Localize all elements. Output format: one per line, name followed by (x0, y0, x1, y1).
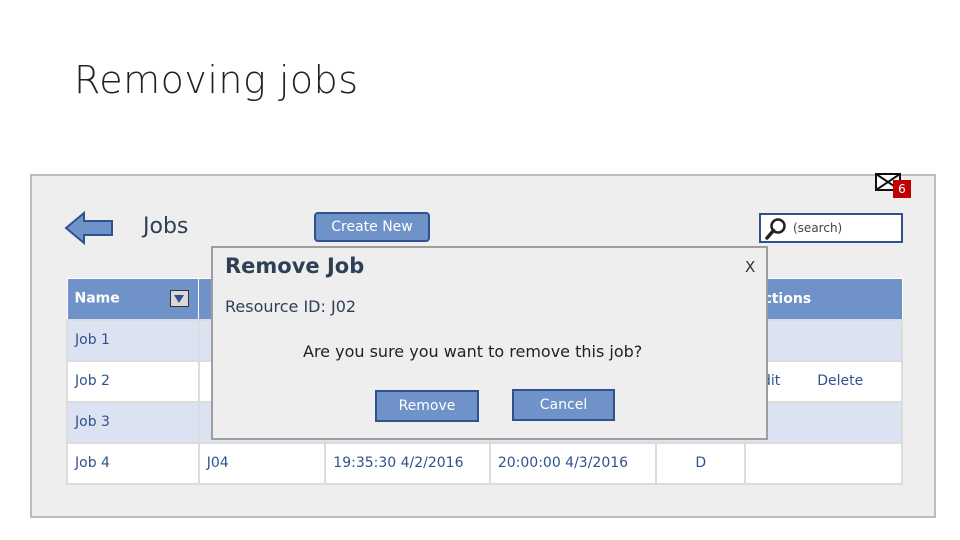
create-new-button[interactable]: Create New (314, 212, 430, 242)
cell-resource: J04 (197, 441, 327, 485)
remove-job-dialog: Remove Job X Resource ID: J02 Are you su… (211, 246, 768, 440)
resource-id-label: Resource ID: J02 (225, 297, 357, 316)
page-heading: Jobs (143, 214, 189, 239)
close-button[interactable]: X (745, 258, 755, 276)
search-placeholder: (search) (793, 221, 843, 235)
confirm-message: Are you sure you want to remove this job… (303, 342, 643, 361)
slide-title: Removing jobs (74, 58, 359, 102)
sort-dropdown-icon[interactable] (169, 290, 189, 308)
cell-state: D (655, 441, 747, 485)
cancel-button[interactable]: Cancel (512, 389, 615, 421)
notification-badge: 6 (893, 180, 911, 198)
cell-name: Job 4 (66, 441, 200, 485)
cell-actions: Edit Delete (744, 359, 903, 403)
table-row[interactable]: Job 4 J04 19:35:30 4/2/2016 20:00:00 4/3… (66, 441, 903, 485)
back-arrow-icon[interactable] (64, 210, 114, 246)
search-icon (765, 218, 786, 240)
cell-end: 20:00:00 4/3/2016 (488, 441, 658, 485)
cell-start: 19:35:30 4/2/2016 (324, 441, 491, 485)
dialog-title: Remove Job (225, 254, 365, 278)
cell-name: Job 2 (66, 359, 200, 403)
cell-name: Job 3 (66, 400, 200, 444)
column-header-actions: Actions (744, 278, 903, 320)
remove-button[interactable]: Remove (375, 390, 479, 422)
delete-link[interactable]: Delete (817, 373, 863, 389)
search-input[interactable]: (search) (759, 213, 903, 243)
cell-name: Job 1 (66, 318, 200, 362)
column-header-name: Name (66, 278, 200, 320)
